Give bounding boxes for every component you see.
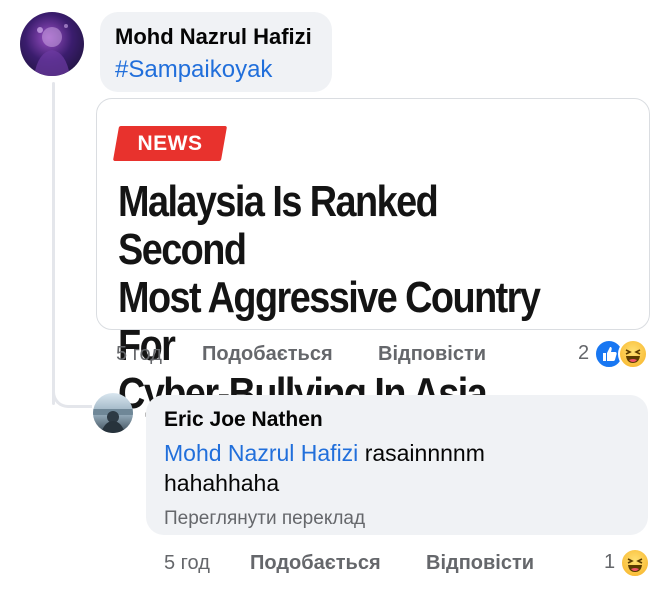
haha-face-glyph [625, 349, 641, 363]
avatar-photo [34, 24, 70, 76]
reply-text: Mohd Nazrul Hafizi rasainnnnm hahahhaha [164, 438, 634, 498]
reply-author[interactable]: Eric Joe Nathen [164, 408, 323, 432]
headline-line: Most Aggressive Country For [118, 273, 541, 370]
comment-author[interactable]: Mohd Nazrul Hafizi [115, 24, 312, 50]
reaction-count[interactable]: 1 [604, 551, 615, 574]
haha-icon[interactable] [620, 548, 650, 578]
hashtag-link[interactable]: #Sampaikoyak [115, 56, 272, 84]
headline-line: Malaysia Is Ranked Second [118, 177, 439, 274]
like-button[interactable]: Подобається [250, 552, 381, 575]
mention-link[interactable]: Mohd Nazrul Hafizi [164, 440, 358, 466]
reply-button[interactable]: Відповісти [426, 552, 534, 575]
avatar[interactable] [93, 393, 133, 433]
news-headline: Malaysia Is Ranked Second Most Aggressiv… [118, 178, 565, 418]
haha-icon[interactable] [618, 339, 648, 369]
reply-text-line: hahahhaha [164, 470, 280, 496]
comment-time[interactable]: 5 год [116, 343, 162, 366]
reaction-count[interactable]: 2 [578, 342, 589, 365]
thread-line [52, 82, 55, 405]
reply-text-part: rasainnnnm [364, 440, 485, 466]
thread-branch [52, 390, 92, 408]
avatar[interactable] [20, 12, 84, 76]
avatar-photo [93, 409, 133, 433]
reply-button[interactable]: Відповісти [378, 343, 486, 366]
news-tag: NEWS [137, 132, 203, 155]
see-translation-link[interactable]: Переглянути переклад [164, 508, 365, 530]
haha-face-glyph [627, 558, 643, 572]
reply-time[interactable]: 5 год [164, 552, 210, 575]
like-button[interactable]: Подобається [202, 343, 333, 366]
